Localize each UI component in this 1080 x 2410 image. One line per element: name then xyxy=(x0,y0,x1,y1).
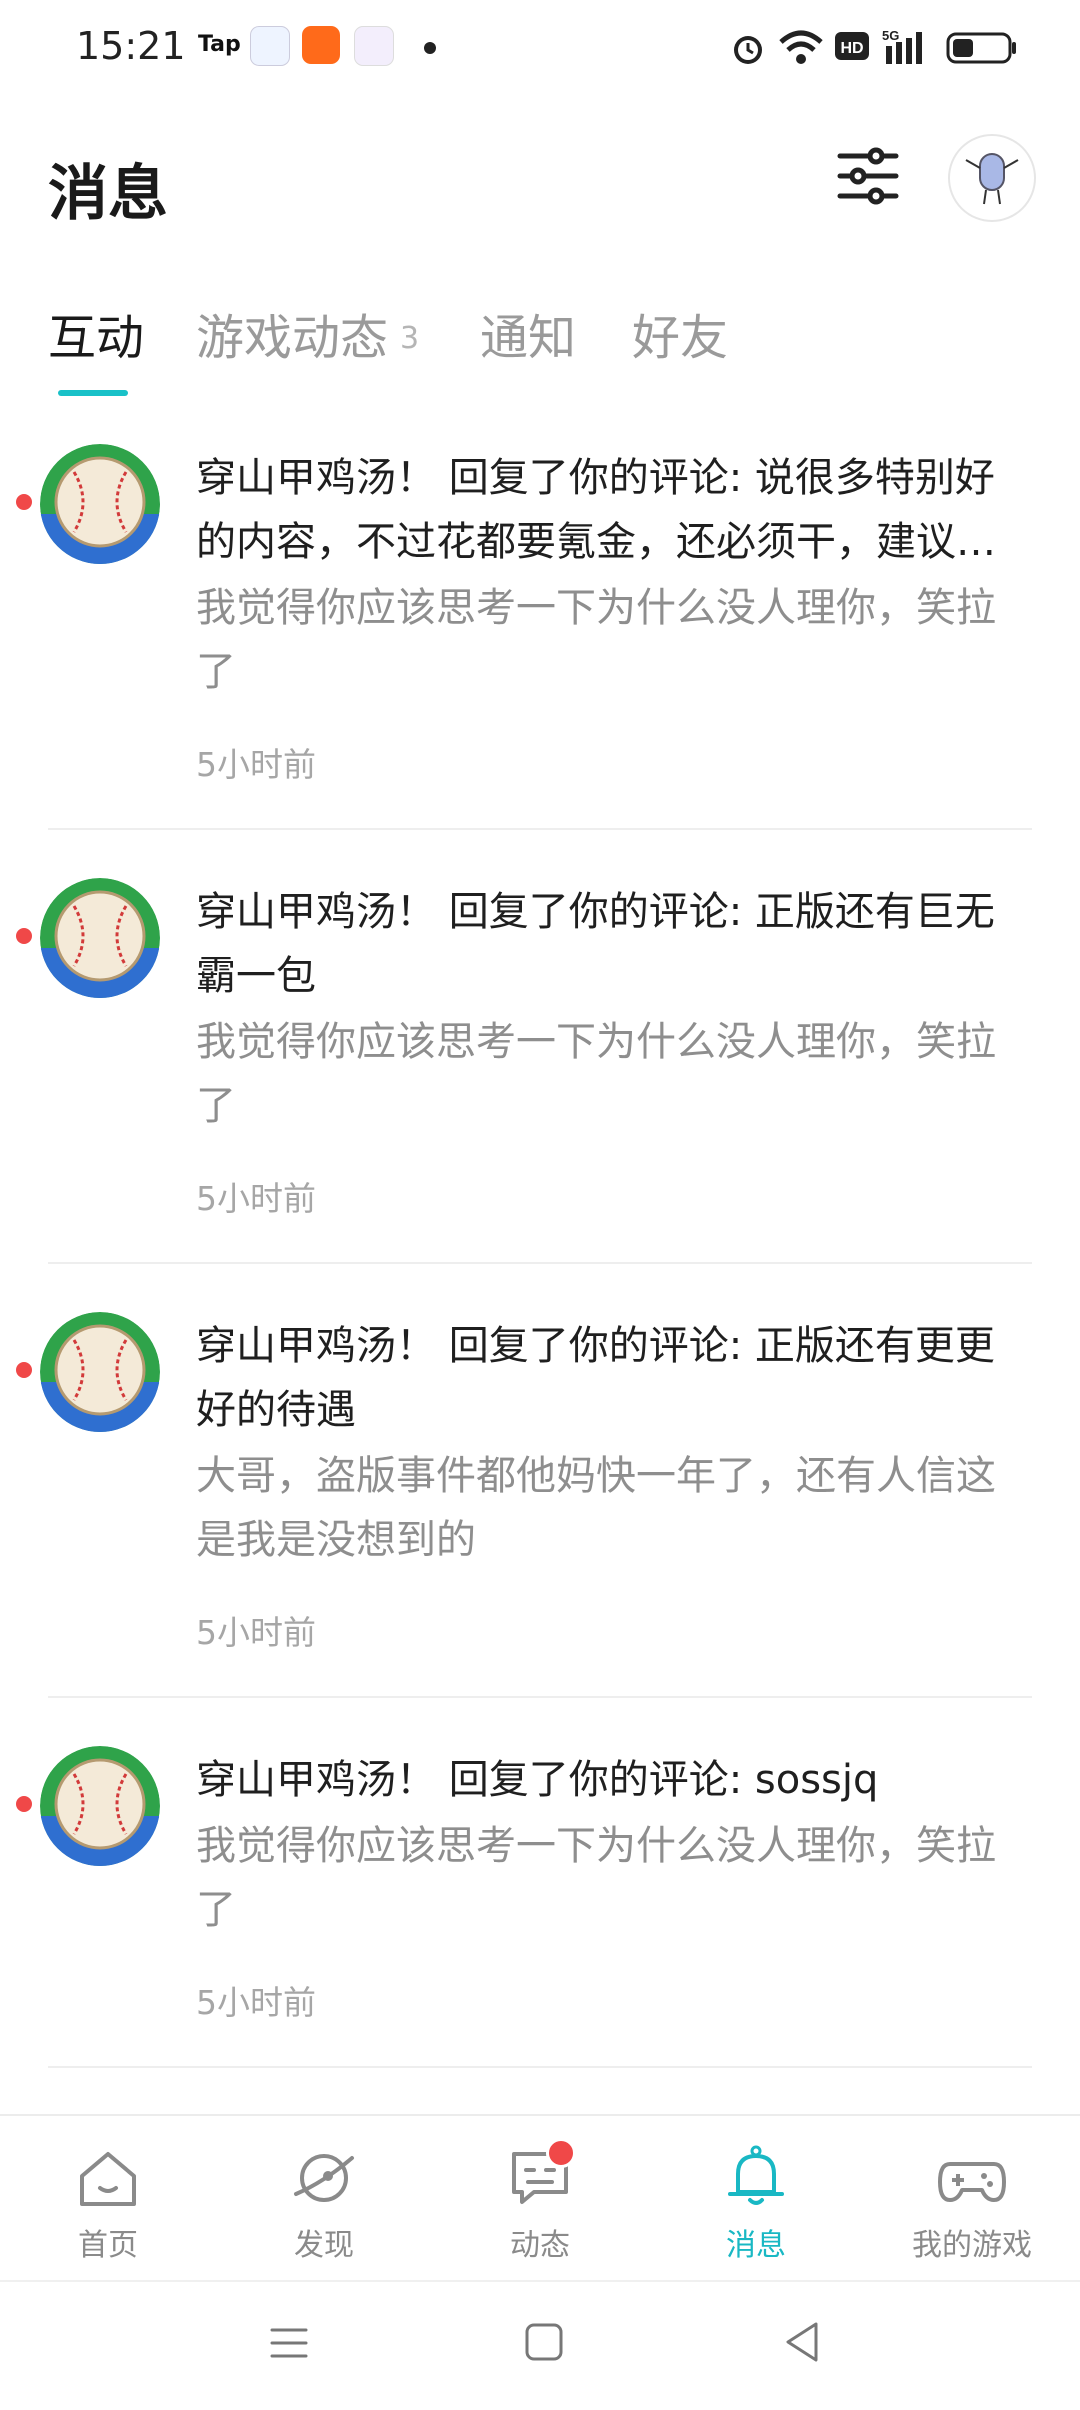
bell-icon xyxy=(728,2145,784,2205)
bottom-navigation: 首页 发现 动态 消息 我的游戏 xyxy=(0,2114,1080,2280)
avatar[interactable] xyxy=(40,1312,160,1432)
message-body: 大哥，盗版事件都他妈快一年了，还有人信这是我是没想到的 xyxy=(196,1453,996,1563)
tab-notifications[interactable]: 通知 xyxy=(480,298,576,368)
gamepad-icon xyxy=(938,2162,1006,2202)
list-item[interactable]: 穿山甲鸡汤！ 回复了你的评论: 说很多特别好的内容，不过花都要氪金，还必须干，建… xyxy=(0,440,1080,830)
divider xyxy=(48,828,1032,830)
tab-game-updates[interactable]: 游戏动态 3 xyxy=(196,298,419,368)
nav-home[interactable]: 首页 xyxy=(0,2116,216,2280)
divider xyxy=(48,2066,1032,2068)
nav-label: 首页 xyxy=(78,2228,138,2263)
menu-icon[interactable] xyxy=(268,2322,310,2364)
tab-friends[interactable]: 好友 xyxy=(632,298,728,368)
tab-label: 游戏动态 xyxy=(196,310,389,366)
nav-label: 消息 xyxy=(726,2228,786,2263)
back-icon[interactable] xyxy=(782,2320,822,2364)
tab-count-badge: 3 xyxy=(400,321,420,356)
active-tab-indicator xyxy=(58,390,128,396)
avatar[interactable] xyxy=(40,444,160,564)
avatar[interactable] xyxy=(40,1746,160,1866)
unread-dot xyxy=(16,1362,32,1378)
home-button-icon[interactable] xyxy=(524,2322,564,2362)
nav-feed[interactable]: 动态 xyxy=(432,2116,648,2280)
nav-messages[interactable]: 消息 xyxy=(648,2116,864,2280)
system-navigation-bar xyxy=(0,2280,1080,2410)
taobao-app-icon xyxy=(302,26,340,64)
svg-text:HD: HD xyxy=(840,40,863,57)
alarm-icon xyxy=(734,36,762,64)
discover-icon xyxy=(294,2154,354,2202)
message-body: 我觉得你应该思考一下为什么没人理你，笑拉了 xyxy=(196,1019,996,1129)
list-item[interactable]: 穿山甲鸡汤！ 回复了你的评论: 正版还有更更好的待遇 大哥，盗版事件都他妈快一年… xyxy=(0,1308,1080,1698)
home-icon xyxy=(80,2152,136,2206)
list-item[interactable]: 穿山甲鸡汤！ 回复了你的评论: 正版还有巨无霸一包 我觉得你应该思考一下为什么没… xyxy=(0,874,1080,1264)
tab-interaction[interactable]: 互动 xyxy=(48,298,144,368)
svg-text:5G: 5G xyxy=(882,28,899,43)
nav-label: 我的游戏 xyxy=(912,2228,1032,2263)
list-item[interactable]: 穿山甲鸡汤！ 回复了你的评论: sossjq 我觉得你应该思考一下为什么没人理你… xyxy=(0,1742,1080,2072)
wifi-icon xyxy=(779,30,823,64)
hd-icon: HD xyxy=(835,32,869,60)
message-title: 穿山甲鸡汤！ 回复了你的评论: 正版还有巨无霸一包 xyxy=(196,889,995,999)
nav-my-games[interactable]: 我的游戏 xyxy=(864,2116,1080,2280)
message-time: 5小时前 xyxy=(196,1179,316,1218)
battery-icon xyxy=(946,32,1016,64)
status-time: 15:21 xyxy=(76,24,186,68)
message-title: 穿山甲鸡汤！ 回复了你的评论: 正版还有更更好的待遇 xyxy=(196,1323,995,1433)
user-avatar[interactable] xyxy=(948,134,1036,222)
message-time: 5小时前 xyxy=(196,745,316,784)
message-title: 穿山甲鸡汤！ 回复了你的评论: sossjq xyxy=(196,1757,879,1803)
nav-label: 发现 xyxy=(294,2228,354,2263)
filter-settings-icon[interactable] xyxy=(836,144,900,208)
tab-label: 好友 xyxy=(632,310,729,366)
nav-label: 动态 xyxy=(510,2228,570,2263)
message-body: 我觉得你应该思考一下为什么没人理你，笑拉了 xyxy=(196,1823,996,1933)
tab-label: 互动 xyxy=(48,310,145,366)
nav-discover[interactable]: 发现 xyxy=(216,2116,432,2280)
divider xyxy=(48,1262,1032,1264)
tap-app-icon: Tap xyxy=(198,32,241,57)
notification-dot xyxy=(424,42,436,54)
avatar[interactable] xyxy=(40,878,160,998)
unread-dot xyxy=(16,928,32,944)
divider xyxy=(48,1696,1032,1698)
signal-5g-icon: 5G xyxy=(882,28,922,64)
feed-badge-dot xyxy=(546,2138,576,2168)
message-time: 5小时前 xyxy=(196,1983,316,2022)
tab-label: 通知 xyxy=(480,310,577,366)
message-title: 穿山甲鸡汤！ 回复了你的评论: 说很多特别好的内容，不过花都要氪金，还必须干，建… xyxy=(196,455,996,565)
baidu-app-icon xyxy=(250,26,290,66)
tab-bar: 互动 游戏动态 3 通知 好友 xyxy=(48,298,1048,378)
message-time: 5小时前 xyxy=(196,1613,316,1652)
status-bar: 15:21 Tap HD 5G xyxy=(0,0,1080,96)
unread-dot xyxy=(16,1796,32,1812)
shop-app-icon xyxy=(354,26,394,66)
message-body: 我觉得你应该思考一下为什么没人理你，笑拉了 xyxy=(196,585,996,695)
unread-dot xyxy=(16,494,32,510)
page-title: 消息 xyxy=(48,159,168,229)
